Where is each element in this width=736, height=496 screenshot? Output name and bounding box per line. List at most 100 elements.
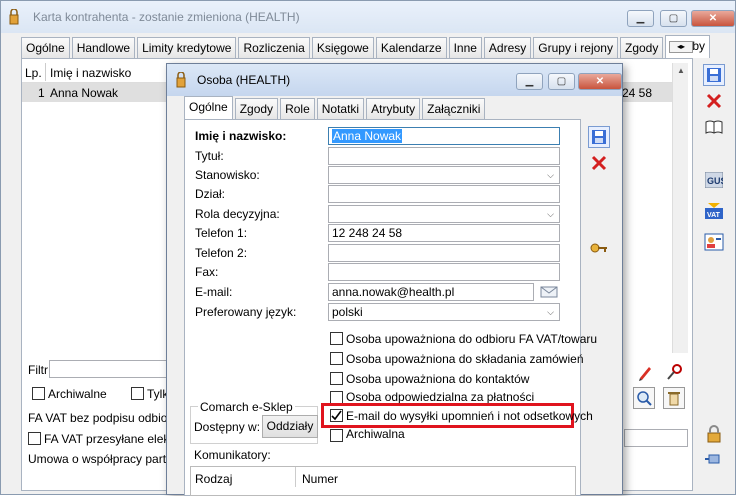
imie-input[interactable]: Anna Nowak [328,127,560,145]
telefon2-input[interactable] [328,244,560,262]
dialog-save-button[interactable] [588,126,610,148]
outer-save-button[interactable] [703,64,725,86]
email-upomnienia-checkbox[interactable] [330,409,343,422]
stanowisko-select[interactable]: ⌵ [328,166,560,184]
jezyk-label: Preferowany język: [195,305,297,319]
dostepny-label: Dostępny w: [194,420,261,434]
search-button[interactable] [633,387,655,409]
lock-button[interactable] [703,423,725,445]
outer-book-button[interactable] [703,116,725,138]
contact-card-icon [704,233,724,251]
dzial-input[interactable] [328,185,560,203]
send-email-button[interactable] [538,282,560,302]
tab-handlowe[interactable]: Handlowe [71,37,136,58]
tab-ogolne[interactable]: Ogólne [21,37,70,58]
pin-button[interactable] [703,448,725,470]
chevron-down-icon: ⌵ [547,170,554,180]
archiwalna-label: Archiwalna [346,427,405,441]
dialog-maximize-button[interactable]: ▢ [548,73,575,90]
wrench-icon [667,364,682,380]
tab-scroll-arrows[interactable]: ◂▸ [669,41,693,53]
skladanie-zamowien-checkbox[interactable] [330,352,343,365]
fa-vat-odbior-label: Osoba upoważniona do odbioru FA VAT/towa… [346,332,598,346]
col-divider [45,63,46,81]
dialog-key-button[interactable] [588,237,610,259]
platnosci-label: Osoba odpowiedzialna za płatności [346,390,535,404]
tab-limity-kredytowe[interactable]: Limity kredytowe [137,37,237,58]
fa-vat-przesylane-checkbox[interactable] [28,432,41,445]
rola-select[interactable]: ⌵ [328,205,560,223]
gus-icon: GUS [705,172,723,188]
telefon1-input[interactable]: 12 248 24 58 [328,224,560,242]
chevron-down-icon: ⌵ [547,307,554,317]
tylko-checkbox[interactable] [131,387,144,400]
row-phone-tail: 24 58 [622,86,653,100]
email-upomnienia-label: E-mail do wysyłki upomnień i not odsetko… [346,409,593,423]
dialog-tab-atrybuty[interactable]: Atrybuty [366,98,421,119]
email-input[interactable]: anna.nowak@health.pl [328,283,534,301]
dzial-label: Dział: [195,187,226,201]
minimize-button[interactable]: ▁ [627,10,654,27]
dialog-tab-notatki[interactable]: Notatki [316,98,365,119]
gus-button[interactable]: GUS [703,169,725,191]
telefon1-label: Telefon 1: [195,226,248,240]
tab-grupy-i-rejony[interactable]: Grupy i rejony [533,37,618,58]
close-button[interactable]: ✕ [691,10,735,27]
outer-cancel-button[interactable] [703,90,725,112]
tab-ksiegowe[interactable]: Księgowe [311,37,374,58]
dialog-tab-zalaczniki[interactable]: Załączniki [422,98,486,119]
close-x-icon [706,93,722,109]
telefon2-label: Telefon 2: [195,246,248,260]
search-icon [637,391,652,406]
filter-input[interactable] [49,360,174,378]
tab-adresy[interactable]: Adresy [483,37,532,58]
dialog-minimize-button[interactable]: ▁ [516,73,543,90]
col-imie-nazwisko: Imię i nazwisko [50,66,132,80]
umowa-label: Umowa o współpracy partner [28,452,184,466]
edit-pencil-button[interactable] [635,361,657,383]
eshop-group-label: Comarch e-Sklep [198,400,295,414]
tools-button[interactable] [663,361,685,383]
fa-vat-przesylane-label: FA VAT przesyłane elektr [44,432,177,446]
outer-field-right[interactable] [624,429,688,447]
vat-icon: VAT [705,203,723,219]
dialog-titlebar: Osoba (HEALTH) ▁ ▢ ✕ [167,64,622,96]
tab-zgody[interactable]: Zgody [619,37,664,58]
filter-label: Filtr: [28,363,52,377]
floppy-disk-icon [592,130,606,144]
pencil-icon [639,367,651,381]
outer-titlebar: Karta kontrahenta - zostanie zmieniona (… [1,1,735,33]
dialog-tab-bar: Ogólne Zgody Role Notatki Atrybuty Załąc… [184,96,487,119]
dialog-cancel-button[interactable] [588,152,610,174]
dialog-tab-ogolne[interactable]: Ogólne [184,96,233,119]
dialog-tab-zgody[interactable]: Zgody [234,98,279,119]
svg-text:VAT: VAT [707,212,721,219]
lock-icon [707,425,721,443]
delete-button[interactable] [663,387,685,409]
dialog-close-button[interactable]: ✕ [578,73,622,90]
tytul-input[interactable] [328,147,560,165]
tab-inne[interactable]: Inne [448,37,482,58]
trash-icon [668,392,680,406]
tab-rozliczenia[interactable]: Rozliczenia [238,37,310,58]
jezyk-select[interactable]: polski ⌵ [328,303,560,321]
osoba-dialog: Osoba (HEALTH) ▁ ▢ ✕ Ogólne Zgody Role N… [166,63,623,496]
tab-kalendarze[interactable]: Kalendarze [375,37,447,58]
jezyk-value: polski [332,305,363,319]
archiwalne-checkbox[interactable] [32,387,45,400]
vat-button[interactable]: VAT [703,201,725,223]
dialog-app-icon [175,71,187,91]
archiwalna-checkbox[interactable] [330,429,343,442]
kontakty-checkbox[interactable] [330,372,343,385]
contact-card-button[interactable] [703,231,725,253]
dialog-tab-role[interactable]: Role [280,98,315,119]
imie-label: Imię i nazwisko: [195,129,287,143]
table-scrollbar[interactable]: ▲ [672,63,688,353]
dialog-title: Osoba (HEALTH) [197,73,291,87]
maximize-button[interactable]: ▢ [660,10,687,27]
fa-vat-odbior-checkbox[interactable] [330,332,343,345]
col-lp: Lp. [25,66,42,80]
oddzialy-button[interactable]: Oddziały [262,415,318,438]
email-label: E-mail: [195,285,233,299]
fax-input[interactable] [328,263,560,281]
